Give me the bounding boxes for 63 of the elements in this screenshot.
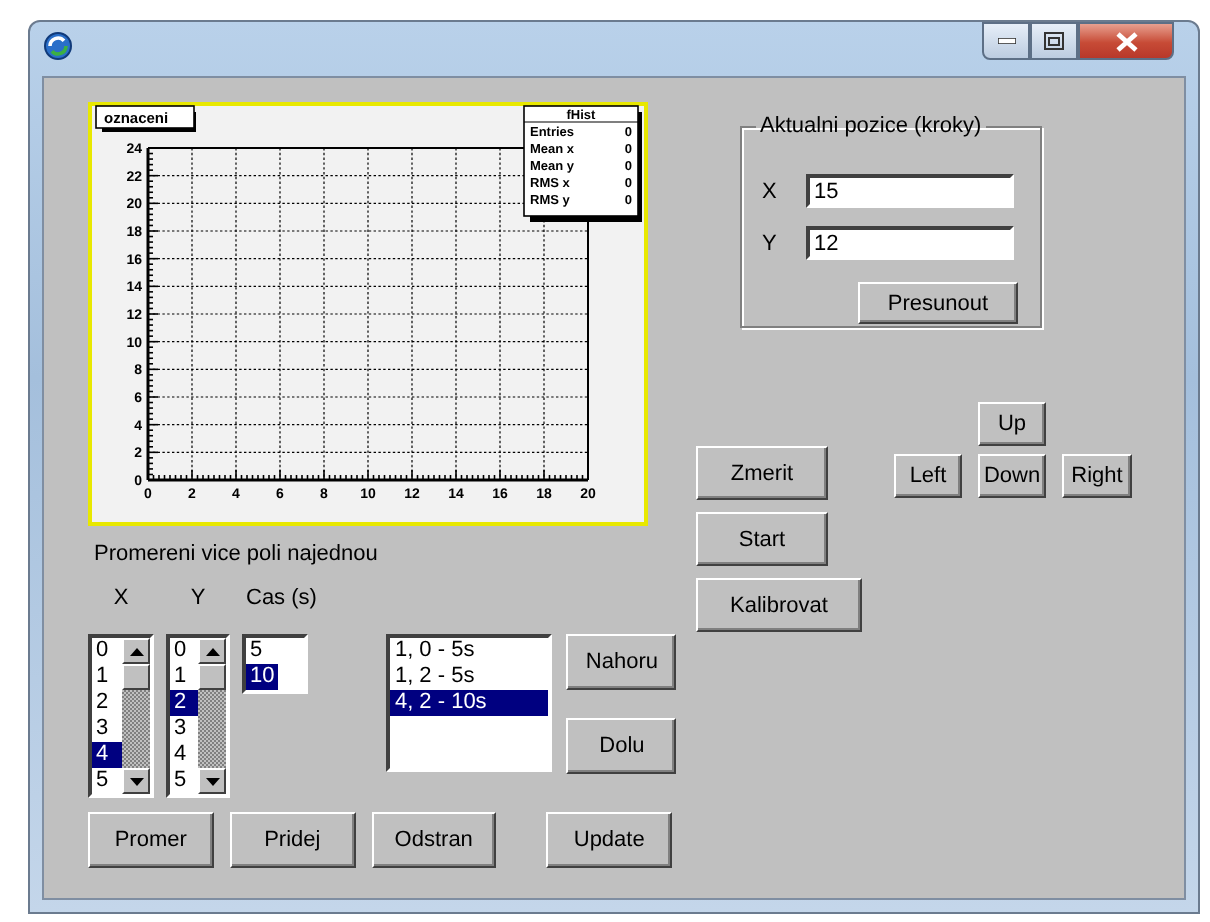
maximize-icon: [1044, 32, 1064, 50]
list-item[interactable]: 1: [92, 664, 122, 690]
scroll-up-button[interactable]: [122, 638, 150, 664]
move-button[interactable]: Nahoru: [566, 634, 677, 690]
list-item[interactable]: 5: [92, 768, 122, 794]
field-label: Y: [762, 231, 779, 255]
direction-button[interactable]: Left: [894, 454, 962, 498]
list-item[interactable]: 1, 2 - 5s: [390, 664, 549, 690]
direction-button[interactable]: Down: [978, 454, 1046, 498]
queue-listbox[interactable]: 1, 0 - 5s 1, 2 - 5s 4, 2 - 10s: [386, 634, 553, 772]
down-arrow-icon: [205, 777, 219, 785]
scrollbar[interactable]: [122, 638, 150, 794]
scroll-thumb[interactable]: [122, 664, 150, 690]
list-item[interactable]: 5: [246, 638, 279, 664]
column-label: Y: [190, 586, 206, 614]
action-button[interactable]: Start: [696, 512, 828, 566]
scroll-down-button[interactable]: [198, 768, 226, 794]
list-item[interactable]: 4: [92, 742, 122, 768]
listbox[interactable]: 0 1 2 3 4 5: [166, 634, 230, 798]
maximize-button[interactable]: [1030, 22, 1078, 60]
list-item[interactable]: 5: [170, 768, 198, 794]
column-label: Cas (s): [246, 586, 317, 614]
listbox[interactable]: 0 1 2 3 4 5: [88, 634, 154, 798]
scroll-down-button[interactable]: [122, 768, 150, 794]
scroll-up-button[interactable]: [198, 638, 226, 664]
app-icon: [42, 30, 74, 62]
minimize-icon: [997, 38, 1015, 44]
close-button[interactable]: [1078, 22, 1174, 60]
down-arrow-icon: [129, 777, 143, 785]
list-item[interactable]: 4, 2 - 10s: [390, 690, 549, 716]
column-label: X: [113, 586, 129, 614]
input-field[interactable]: 15: [806, 174, 1014, 208]
list-item[interactable]: 0: [170, 638, 198, 664]
list-item[interactable]: 4: [170, 742, 198, 768]
group-title: Aktualni pozice (kroky): [758, 114, 984, 138]
listbox[interactable]: 5 10: [242, 634, 308, 694]
action-button[interactable]: Kalibrovat: [696, 578, 862, 632]
list-item[interactable]: 2: [170, 690, 198, 716]
move-button[interactable]: Dolu: [566, 718, 677, 774]
list-item[interactable]: 3: [170, 716, 198, 742]
list-item[interactable]: 10: [246, 664, 279, 690]
up-arrow-icon: [129, 647, 143, 655]
field-label: X: [762, 179, 779, 203]
list-item[interactable]: 1, 0 - 5s: [390, 638, 549, 664]
list-item[interactable]: 0: [92, 638, 122, 664]
minimize-button[interactable]: [982, 22, 1030, 60]
action-button[interactable]: Update: [546, 812, 672, 868]
up-arrow-icon: [205, 647, 219, 655]
action-button[interactable]: Zmerit: [696, 446, 828, 500]
direction-button[interactable]: Up: [978, 402, 1046, 446]
list-item[interactable]: 3: [92, 716, 122, 742]
section-title: Promereni vice poli najednou: [94, 542, 380, 570]
scrollbar[interactable]: [198, 638, 226, 794]
list-item[interactable]: 1: [170, 664, 198, 690]
action-button[interactable]: Promer: [88, 812, 214, 868]
input-field[interactable]: 12: [806, 226, 1014, 260]
list-item[interactable]: 2: [92, 690, 122, 716]
close-icon: [1115, 31, 1137, 51]
direction-button[interactable]: Right: [1062, 454, 1132, 498]
move-to-button[interactable]: Presunout: [858, 282, 1018, 324]
scroll-thumb[interactable]: [198, 664, 226, 690]
action-button[interactable]: Odstran: [371, 812, 497, 868]
action-button[interactable]: Pridej: [229, 812, 355, 868]
